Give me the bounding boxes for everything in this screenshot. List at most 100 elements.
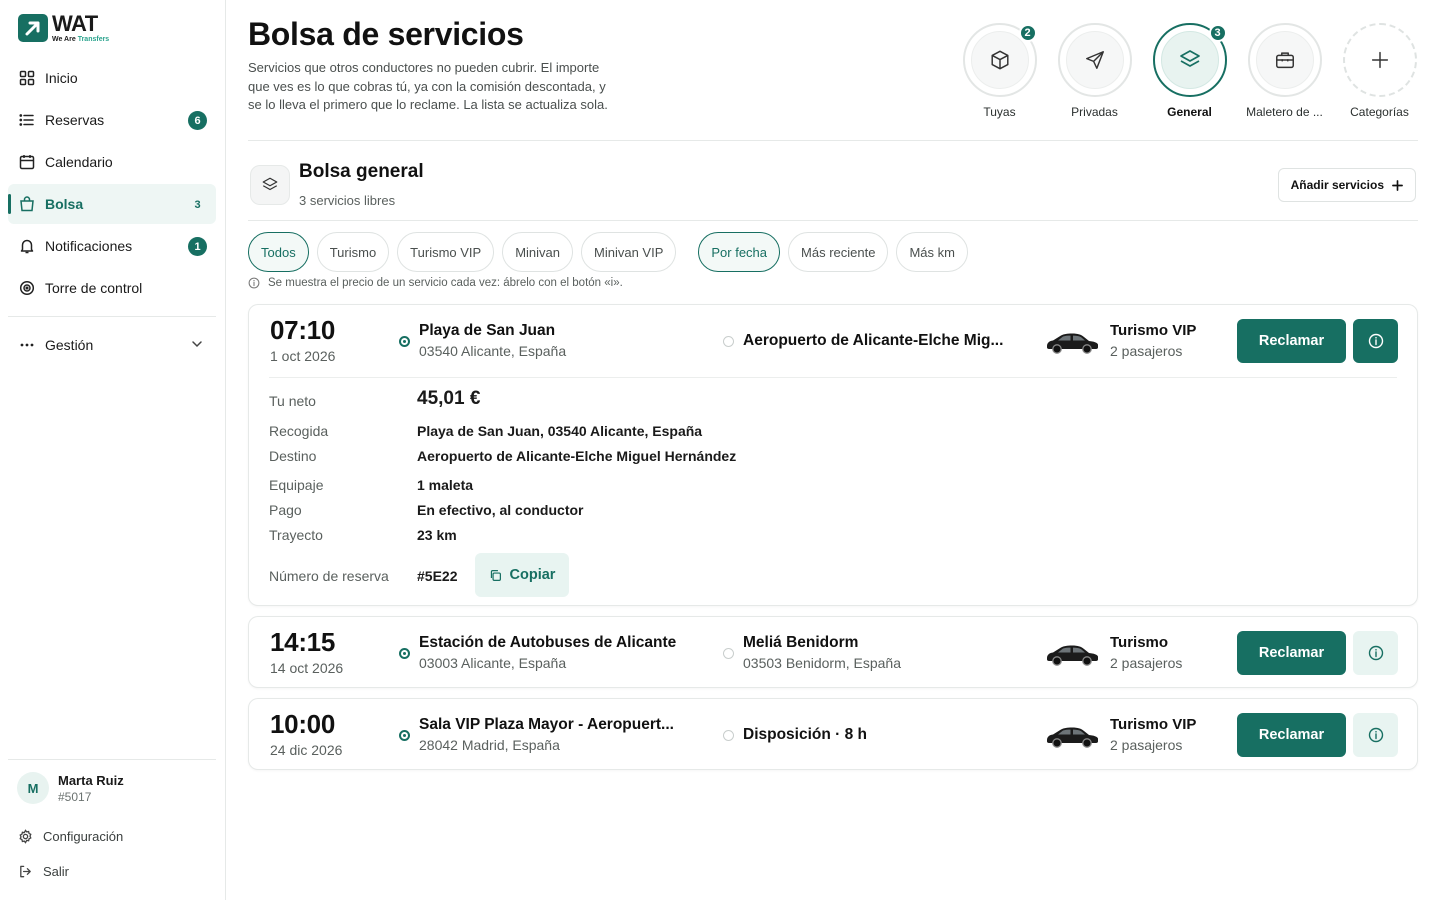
- nav-item-reservas[interactable]: Reservas 6: [8, 100, 216, 140]
- nav-label: Calendario: [45, 154, 113, 170]
- box-icon: [990, 50, 1009, 70]
- nav-label: Bolsa: [45, 196, 84, 212]
- filter-bar: Todos Turismo Turismo VIP Minivan Miniva…: [248, 232, 968, 272]
- notificaciones-count-badge: 1: [188, 237, 207, 256]
- category-maletero[interactable]: Maletero de ...: [1237, 23, 1332, 119]
- nav-item-bolsa[interactable]: Bolsa 3: [8, 184, 216, 224]
- nav-item-gestion[interactable]: Gestión: [8, 325, 216, 365]
- logo[interactable]: WAT We Are Transfers: [18, 13, 109, 43]
- filter-turismo-vip[interactable]: Turismo VIP: [397, 232, 495, 272]
- origin-address: 03003 Alicante, España: [419, 655, 567, 671]
- info-icon: [248, 277, 260, 289]
- layers-icon: [1179, 50, 1200, 67]
- more-icon: [18, 336, 36, 354]
- user-divider: [8, 759, 216, 760]
- nav-item-notificaciones[interactable]: Notificaciones 1: [8, 226, 216, 266]
- reservas-count-badge: 6: [188, 111, 207, 130]
- service-card: 10:00 24 dic 2026 Sala VIP Plaza Mayor -…: [248, 698, 1418, 770]
- layers-icon: [250, 165, 290, 205]
- destination-name: Meliá Benidorm: [743, 634, 859, 651]
- origin-name: Estación de Autobuses de Alicante: [419, 634, 677, 651]
- section-title: Bolsa general: [299, 161, 424, 182]
- user-profile[interactable]: M Marta Ruiz #5017: [17, 772, 124, 804]
- info-icon: [1368, 645, 1383, 661]
- category-privadas[interactable]: Privadas: [1047, 23, 1142, 119]
- info-icon: [1368, 333, 1383, 349]
- category-selector: 2 Tuyas Privadas 3 General Maletero de .…: [952, 23, 1427, 119]
- service-card: 14:15 14 oct 2026 Estación de Autobuses …: [248, 616, 1418, 688]
- section-subtitle: 3 servicios libres: [299, 193, 396, 208]
- filter-minivan-vip[interactable]: Minivan VIP: [581, 232, 677, 272]
- list-icon: [18, 111, 36, 129]
- settings-label: Configuración: [43, 829, 124, 844]
- copy-button[interactable]: Copiar: [475, 553, 569, 597]
- category-general[interactable]: 3 General: [1142, 23, 1237, 119]
- service-date: 1 oct 2026: [270, 348, 336, 364]
- claim-button[interactable]: Reclamar: [1237, 631, 1346, 675]
- info-button[interactable]: [1353, 319, 1398, 363]
- destination-value: Aeropuerto de Alicante-Elche Miguel Hern…: [417, 448, 737, 464]
- claim-button[interactable]: Reclamar: [1237, 319, 1346, 363]
- service-time: 10:00: [270, 709, 335, 739]
- info-button[interactable]: [1353, 631, 1398, 675]
- pickup-value: Playa de San Juan, 03540 Alicante, Españ…: [417, 423, 703, 439]
- category-tuyas[interactable]: 2 Tuyas: [952, 23, 1047, 119]
- page-description: Servicios que otros conductores no puede…: [248, 60, 608, 112]
- net-label: Tu neto: [269, 393, 316, 409]
- user-name: Marta Ruiz: [58, 772, 124, 788]
- info-icon: [1368, 727, 1383, 743]
- grid-icon: [18, 69, 36, 87]
- service-date: 14 oct 2026: [270, 660, 344, 676]
- passenger-count: 2 pasajeros: [1110, 343, 1183, 359]
- settings-link[interactable]: Configuración: [18, 829, 123, 844]
- net-amount: 45,01 €: [417, 388, 481, 409]
- nav-item-calendario[interactable]: Calendario: [8, 142, 216, 182]
- sort-por-fecha[interactable]: Por fecha: [698, 232, 781, 272]
- destination-label: Destino: [269, 448, 317, 464]
- category-add[interactable]: Categorías: [1332, 23, 1427, 119]
- sort-mas-km[interactable]: Más km: [896, 232, 968, 272]
- nav-item-torre-de-control[interactable]: Torre de control: [8, 268, 216, 308]
- origin-address: 03540 Alicante, España: [419, 343, 567, 359]
- logout-label: Salir: [43, 864, 70, 879]
- nav-label: Inicio: [45, 70, 78, 86]
- origin-address: 28042 Madrid, España: [419, 737, 560, 753]
- filter-turismo[interactable]: Turismo: [316, 232, 390, 272]
- plus-icon: [1392, 179, 1403, 191]
- sort-mas-reciente[interactable]: Más reciente: [788, 232, 889, 272]
- copy-label: Copiar: [509, 567, 556, 583]
- route-label: Trayecto: [269, 527, 323, 543]
- info-button[interactable]: [1353, 713, 1398, 757]
- category-label: Privadas: [1071, 105, 1118, 119]
- booking-number-label: Número de reserva: [269, 568, 389, 584]
- nav-label: Reservas: [45, 112, 105, 128]
- filter-minivan[interactable]: Minivan: [502, 232, 573, 272]
- nav-label: Torre de control: [45, 280, 143, 296]
- origin-name: Playa de San Juan: [419, 322, 556, 339]
- destination-dot: [723, 730, 734, 741]
- payment-value: En efectivo, al conductor: [417, 502, 584, 518]
- logo-arrow-icon: [18, 14, 48, 42]
- sidebar: WAT We Are Transfers Inicio Reservas 6 C…: [0, 0, 226, 900]
- destination-address: 03503 Benidorm, España: [743, 655, 901, 671]
- passenger-count: 2 pasajeros: [1110, 655, 1183, 671]
- passenger-count: 2 pasajeros: [1110, 737, 1183, 753]
- logo-tagline: We Are Transfers: [52, 36, 110, 43]
- bell-icon: [18, 237, 36, 255]
- origin-dot: [399, 730, 410, 741]
- destination-dot: [723, 336, 734, 347]
- category-label: General: [1167, 105, 1212, 119]
- info-note-text: Se muestra el precio de un servicio cada…: [268, 277, 623, 289]
- claim-button[interactable]: Reclamar: [1237, 713, 1346, 757]
- section-divider: [248, 220, 1418, 221]
- luggage-value: 1 maleta: [417, 477, 474, 493]
- filter-todos[interactable]: Todos: [248, 232, 309, 272]
- info-note: Se muestra el precio de un servicio cada…: [248, 277, 623, 289]
- service-date: 24 dic 2026: [270, 742, 343, 758]
- user-id: #5017: [58, 789, 92, 804]
- add-services-button[interactable]: Añadir servicios: [1277, 168, 1416, 202]
- nav-item-inicio[interactable]: Inicio: [8, 58, 216, 98]
- logout-link[interactable]: Salir: [18, 864, 69, 879]
- origin-dot: [399, 648, 410, 659]
- category-label: Tuyas: [983, 105, 1016, 119]
